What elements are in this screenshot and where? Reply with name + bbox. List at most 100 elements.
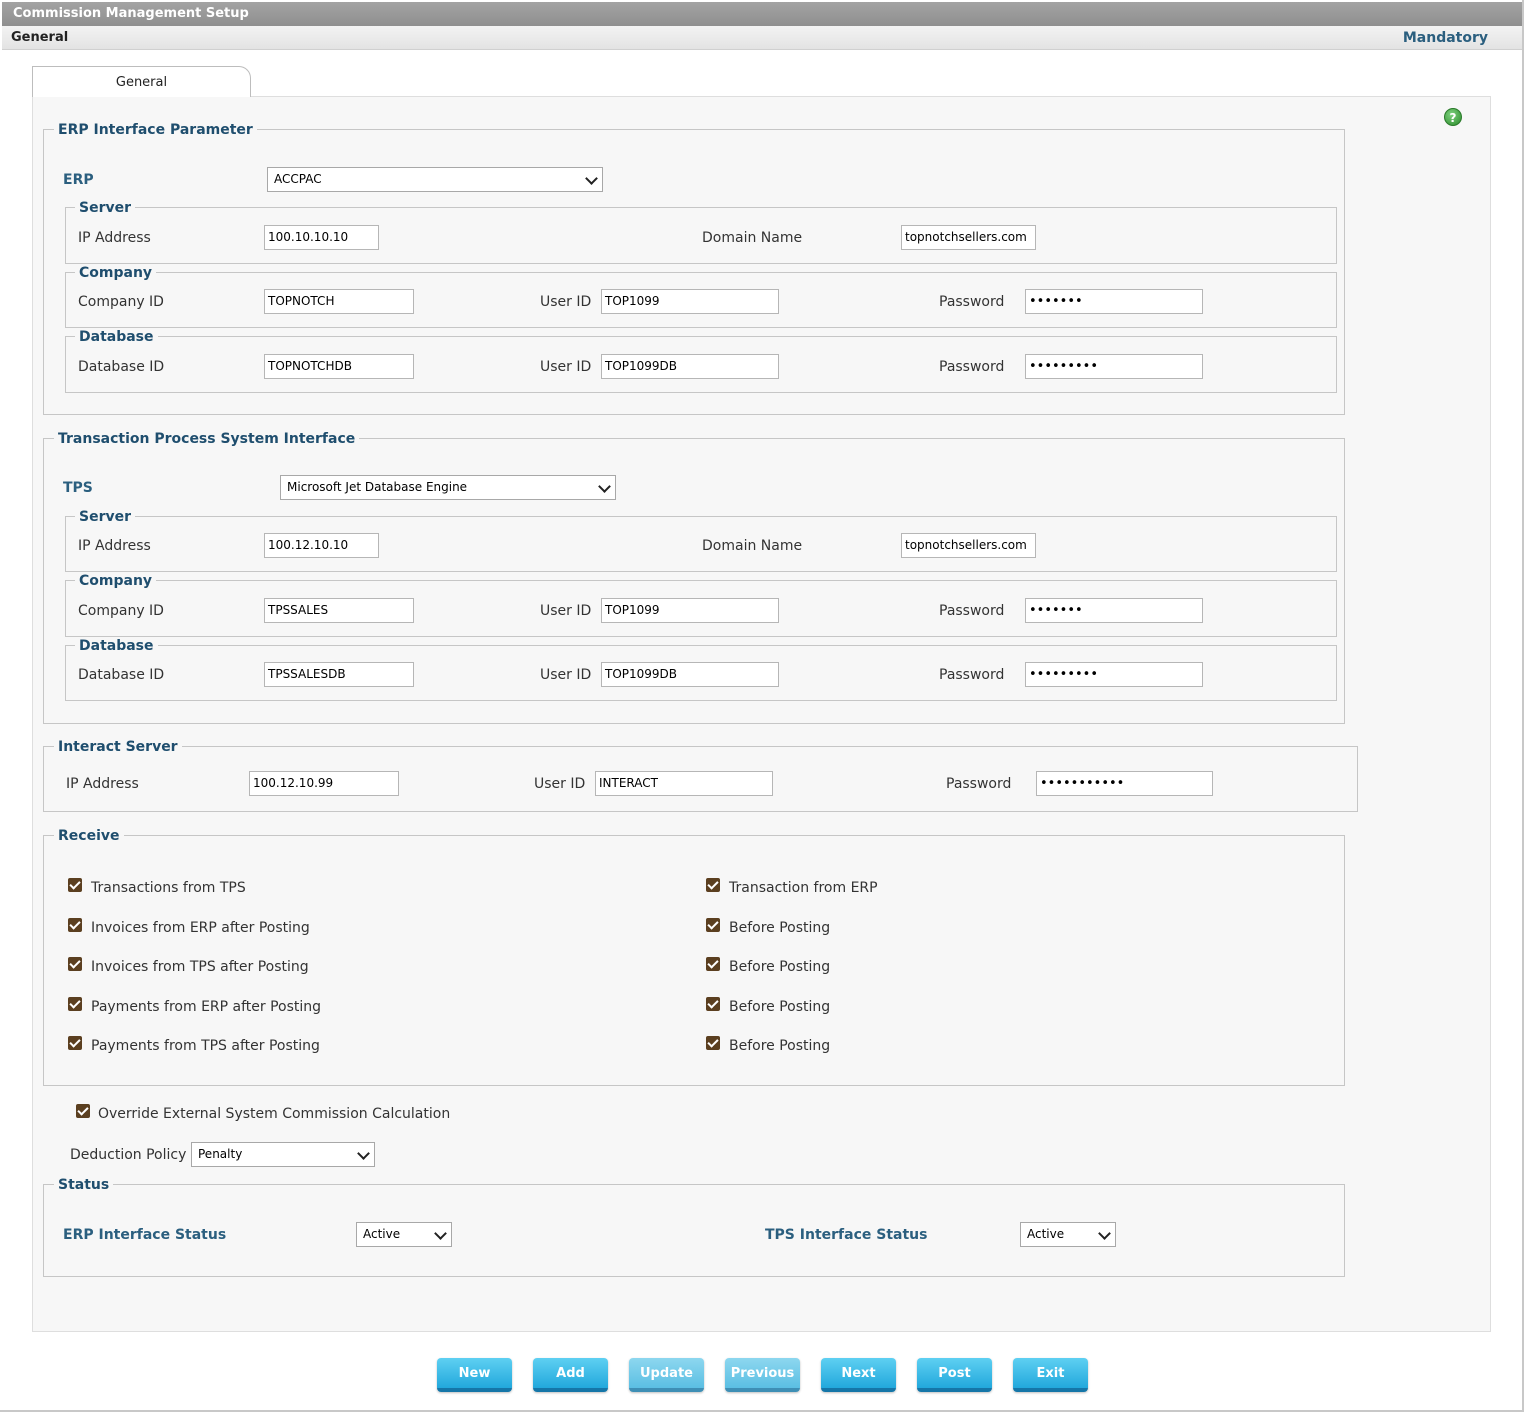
checkbox-before-posting[interactable] [706,1036,720,1050]
next-button[interactable]: Next [821,1358,896,1392]
tps-domain-label: Domain Name [702,538,803,554]
tps-database-id-label: Database ID [78,667,165,683]
help-icon[interactable]: ? [1444,108,1462,126]
erp-database-id-label: Database ID [78,359,165,375]
update-button[interactable]: Update [629,1358,704,1392]
erp-ip-input[interactable]: 100.10.10.10 [264,225,379,250]
tps-select[interactable]: Microsoft Jet Database Engine [280,475,616,500]
tps-interface-status-label: TPS Interface Status [765,1227,928,1243]
chevron-down-icon [598,480,611,493]
erp-interface-status-select[interactable]: Active [356,1222,452,1247]
erp-ip-label: IP Address [78,230,151,246]
tps-interface-legend: Transaction Process System Interface [54,431,360,447]
erp-domain-input[interactable]: topnotchsellers.com [901,225,1036,250]
erp-interface-legend: ERP Interface Parameter [54,122,257,138]
tps-database-user-input[interactable]: TOP1099DB [601,662,779,687]
tps-label: TPS [63,480,93,496]
interact-user-input[interactable]: INTERACT [595,771,773,796]
deduction-policy-select[interactable]: Penalty [191,1142,375,1167]
checkbox-label: Before Posting [729,999,831,1015]
checkbox-override-calculation[interactable] [76,1104,90,1118]
erp-select[interactable]: ACCPAC [267,167,603,192]
tps-database-user-label: User ID [540,667,592,683]
interact-ip-input[interactable]: 100.12.10.99 [249,771,399,796]
tps-database-password-input[interactable]: ••••••••• [1025,662,1203,687]
erp-company-id-input[interactable]: TOPNOTCH [264,289,414,314]
erp-company-user-label: User ID [540,294,592,310]
checkbox-before-posting[interactable] [706,997,720,1011]
erp-database-legend: Database [75,329,158,345]
checkbox-label: Transaction from ERP [729,880,878,896]
erp-select-value: ACCPAC [274,172,322,186]
erp-database-user-input[interactable]: TOP1099DB [601,354,779,379]
interact-password-input[interactable]: ••••••••••• [1036,771,1213,796]
exit-button[interactable]: Exit [1013,1358,1088,1392]
chevron-down-icon [585,172,598,185]
tps-domain-input[interactable]: topnotchsellers.com [901,533,1036,558]
tps-company-password-input[interactable]: ••••••• [1025,598,1203,623]
checkbox-invoices-from-tps[interactable] [68,957,82,971]
checkbox-label: Invoices from ERP after Posting [91,920,310,936]
erp-server-fieldset [65,207,1337,264]
erp-server-legend: Server [75,200,136,216]
erp-interface-status-value: Active [363,1227,401,1241]
new-button[interactable]: New [437,1358,512,1392]
tps-interface-status-value: Active [1027,1227,1065,1241]
checkbox-label: Before Posting [729,959,831,975]
section-header: General Mandatory [2,26,1522,50]
interact-password-label: Password [946,776,1012,792]
tps-select-value: Microsoft Jet Database Engine [287,480,468,494]
tab-general[interactable]: General [32,66,251,97]
status-legend: Status [54,1177,114,1193]
checkbox-before-posting[interactable] [706,918,720,932]
tps-company-legend: Company [75,573,157,589]
tps-company-user-label: User ID [540,603,592,619]
interact-user-label: User ID [534,776,586,792]
tps-database-id-input[interactable]: TPSSALESDB [264,662,414,687]
checkbox-label: Transactions from TPS [91,880,246,896]
tps-server-fieldset [65,516,1337,572]
erp-domain-label: Domain Name [702,230,803,246]
checkbox-transaction-from-erp[interactable] [706,878,720,892]
checkbox-before-posting[interactable] [706,957,720,971]
tps-database-legend: Database [75,638,158,654]
checkbox-transactions-from-tps[interactable] [68,878,82,892]
post-button[interactable]: Post [917,1358,992,1392]
checkbox-label: Payments from TPS after Posting [91,1038,320,1054]
checkbox-payments-from-tps[interactable] [68,1036,82,1050]
erp-company-password-input[interactable]: ••••••• [1025,289,1203,314]
chevron-down-icon [1098,1227,1111,1240]
tps-ip-input[interactable]: 100.12.10.10 [264,533,379,558]
section-title: General [11,30,69,45]
chevron-down-icon [357,1147,370,1160]
erp-database-password-input[interactable]: ••••••••• [1025,354,1203,379]
erp-label: ERP [63,172,94,188]
mandatory-link[interactable]: Mandatory [1403,26,1488,50]
erp-database-password-label: Password [939,359,1005,375]
tps-server-legend: Server [75,509,136,525]
deduction-policy-label: Deduction Policy [70,1147,187,1163]
checkbox-label: Payments from ERP after Posting [91,999,322,1015]
checkbox-label: Before Posting [729,1038,831,1054]
tps-company-id-label: Company ID [78,603,164,619]
erp-interface-status-label: ERP Interface Status [63,1227,227,1243]
interact-server-legend: Interact Server [54,739,182,755]
add-button[interactable]: Add [533,1358,608,1392]
erp-database-id-input[interactable]: TOPNOTCHDB [264,354,414,379]
tps-company-id-input[interactable]: TPSSALES [264,598,414,623]
status-fieldset [43,1184,1345,1277]
tps-interface-status-select[interactable]: Active [1020,1222,1116,1247]
checkbox-label: Before Posting [729,920,831,936]
interact-ip-label: IP Address [66,776,139,792]
chevron-down-icon [434,1227,447,1240]
checkbox-payments-from-erp[interactable] [68,997,82,1011]
receive-legend: Receive [54,828,124,844]
override-label: Override External System Commission Calc… [98,1106,451,1122]
tps-company-user-input[interactable]: TOP1099 [601,598,779,623]
previous-button[interactable]: Previous [725,1358,800,1392]
tps-company-password-label: Password [939,603,1005,619]
erp-company-user-input[interactable]: TOP1099 [601,289,779,314]
checkbox-label: Invoices from TPS after Posting [91,959,309,975]
checkbox-invoices-from-erp[interactable] [68,918,82,932]
erp-company-password-label: Password [939,294,1005,310]
